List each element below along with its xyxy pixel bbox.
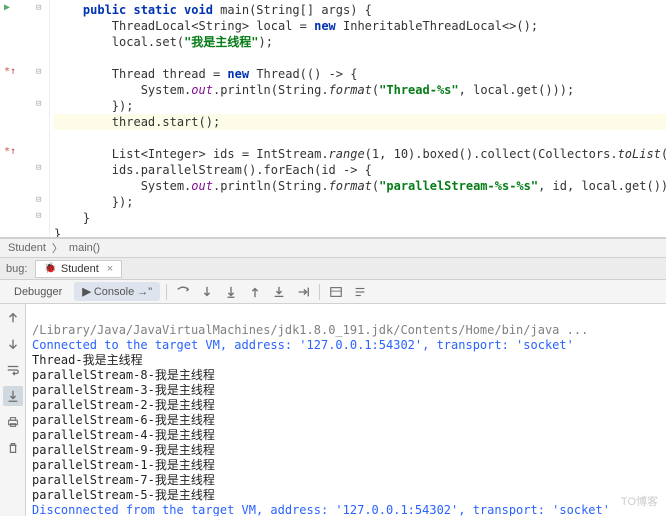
console-side-toolbar [0, 304, 26, 516]
code-line: ids.parallelStream().forEach(id -> { [54, 162, 666, 178]
fold-icon[interactable]: ⊟ [36, 195, 41, 205]
drop-frame-icon[interactable] [269, 283, 289, 301]
console-line: parallelStream-1-我是主线程 [32, 458, 215, 472]
watermark: TO博客 [621, 495, 658, 510]
console-line: Disconnected from the target VM, address… [32, 503, 610, 516]
code-line: ThreadLocal<String> local = new Inherita… [54, 18, 666, 34]
console-line: parallelStream-2-我是主线程 [32, 398, 215, 412]
console-line: parallelStream-9-我是主线程 [32, 443, 215, 457]
code-line-highlighted: thread.start(); [54, 114, 666, 130]
code-line [54, 130, 666, 146]
console-line: parallelStream-7-我是主线程 [32, 473, 215, 487]
run-icon[interactable]: ▶ [4, 2, 10, 13]
breadcrumb[interactable]: Student 〉 main() [0, 238, 666, 258]
fold-icon[interactable]: ⊟ [36, 3, 41, 13]
code-line: }); [54, 194, 666, 210]
step-out-icon[interactable] [245, 283, 265, 301]
code-line [54, 50, 666, 66]
debug-toolbar: Debugger ▶ Console →" [0, 280, 666, 304]
evaluate-icon[interactable] [326, 283, 346, 301]
fold-icon[interactable]: ⊟ [36, 99, 41, 109]
scroll-end-icon[interactable] [3, 386, 23, 406]
separator [319, 284, 320, 300]
code-line: local.set("我是主线程"); [54, 34, 666, 50]
code-line: List<Integer> ids = IntStream.range(1, 1… [54, 146, 666, 162]
print-icon[interactable] [3, 412, 23, 432]
code-line: } [54, 226, 666, 237]
tab-debugger[interactable]: Debugger [6, 283, 70, 301]
fold-icon[interactable]: ⊟ [36, 67, 41, 77]
debug-header: bug: 🐞 Student × [0, 258, 666, 280]
code-line: System.out.println(String.format("Thread… [54, 82, 666, 98]
debug-tab-label: Student [61, 263, 99, 275]
up-icon[interactable] [3, 308, 23, 328]
editor-gutter: ▶ ⊟ *↑ ⊟ ⊟ *↑ ⊟ ⊟ ⊟ [0, 0, 50, 237]
code-line: } [54, 210, 666, 226]
down-icon[interactable] [3, 334, 23, 354]
force-step-into-icon[interactable] [221, 283, 241, 301]
run-to-cursor-icon[interactable] [293, 283, 313, 301]
trace-icon[interactable] [350, 283, 370, 301]
code-line: }); [54, 98, 666, 114]
console-output[interactable]: /Library/Java/JavaVirtualMachines/jdk1.8… [26, 304, 666, 516]
console-line: Connected to the target VM, address: '12… [32, 338, 574, 352]
breadcrumb-method[interactable]: main() [69, 242, 100, 254]
close-icon[interactable]: × [107, 263, 113, 275]
breadcrumb-separator: 〉 [52, 240, 63, 256]
fold-icon[interactable]: ⊟ [36, 211, 41, 221]
code-area[interactable]: public static void main(String[] args) {… [50, 0, 666, 237]
console-line: parallelStream-3-我是主线程 [32, 383, 215, 397]
separator [166, 284, 167, 300]
code-line: public static void main(String[] args) { [54, 2, 666, 18]
tab-console[interactable]: ▶ Console →" [74, 282, 160, 301]
breakpoint-icon[interactable]: *↑ [4, 146, 16, 157]
step-over-icon[interactable] [173, 283, 193, 301]
clear-icon[interactable] [3, 438, 23, 458]
console-line: parallelStream-6-我是主线程 [32, 413, 215, 427]
code-editor[interactable]: ▶ ⊟ *↑ ⊟ ⊟ *↑ ⊟ ⊟ ⊟ public static void m… [0, 0, 666, 238]
debug-tab[interactable]: 🐞 Student × [35, 260, 122, 278]
code-line: Thread thread = new Thread(() -> { [54, 66, 666, 82]
console-line: parallelStream-4-我是主线程 [32, 428, 215, 442]
console-line: parallelStream-5-我是主线程 [32, 488, 215, 502]
console-line: /Library/Java/JavaVirtualMachines/jdk1.8… [32, 323, 588, 337]
breadcrumb-class[interactable]: Student [8, 242, 46, 254]
console-panel: /Library/Java/JavaVirtualMachines/jdk1.8… [0, 304, 666, 516]
breakpoint-icon[interactable]: *↑ [4, 66, 16, 77]
debug-label: bug: [6, 263, 35, 275]
fold-icon[interactable]: ⊟ [36, 163, 41, 173]
console-line: Thread-我是主线程 [32, 353, 143, 367]
console-line: parallelStream-8-我是主线程 [32, 368, 215, 382]
bug-icon: 🐞 [44, 263, 56, 274]
step-into-icon[interactable] [197, 283, 217, 301]
code-line: System.out.println(String.format("parall… [54, 178, 666, 194]
soft-wrap-icon[interactable] [3, 360, 23, 380]
